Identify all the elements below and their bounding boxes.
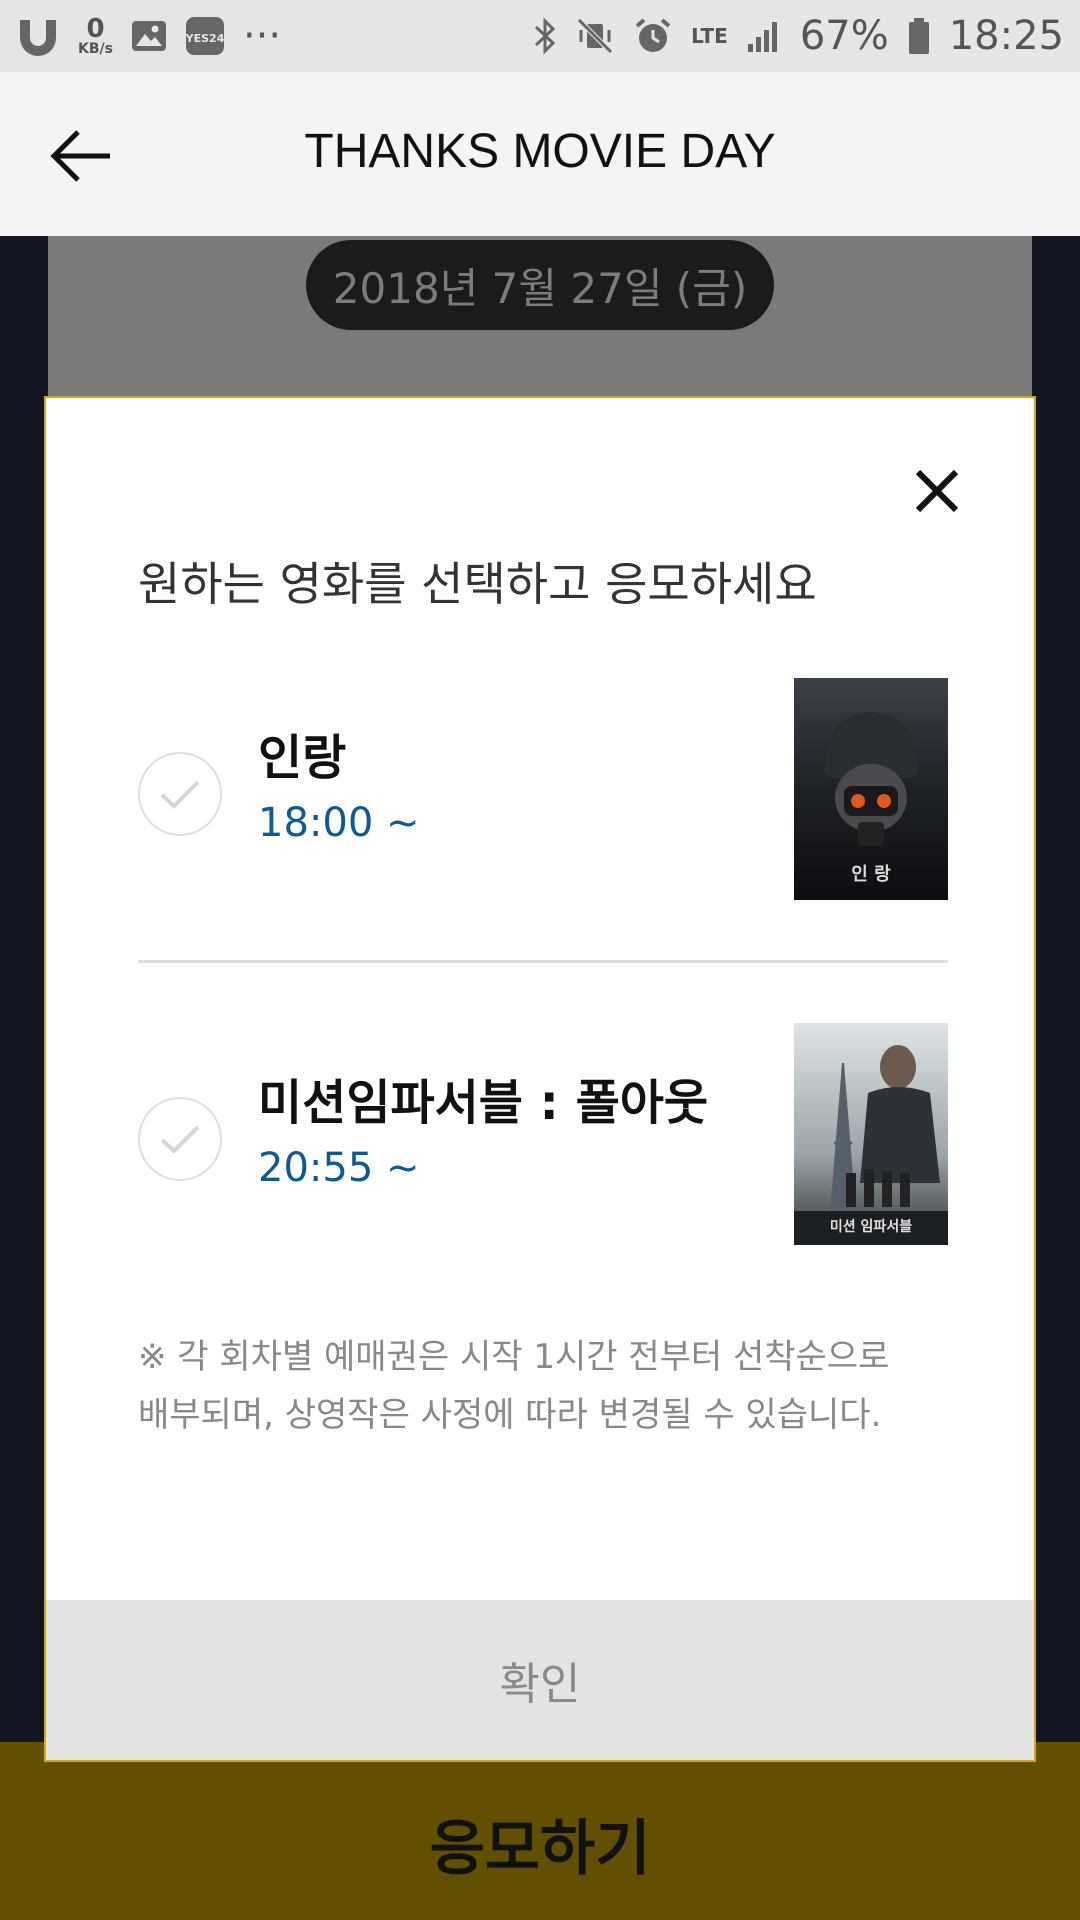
network-speed: 0 KB/s bbox=[78, 14, 113, 57]
divider bbox=[138, 960, 948, 963]
date-badge: 2018년 7월 27일 (금) bbox=[306, 240, 774, 330]
svg-text:인 랑: 인 랑 bbox=[851, 864, 891, 885]
more-notifications-icon: ··· bbox=[242, 13, 282, 59]
movie-title: 인랑 bbox=[258, 730, 347, 786]
modal-heading: 원하는 영화를 선택하고 응모하세요 bbox=[138, 557, 817, 611]
movie-time: 18:00 ~ bbox=[258, 800, 420, 846]
notice-line: 배부되며, 상영작은 사정에 따라 변경될 수 있습니다. bbox=[138, 1395, 882, 1435]
bluetooth-icon bbox=[533, 16, 557, 56]
battery-percent: 67% bbox=[799, 13, 889, 59]
vibrate-mute-icon bbox=[575, 16, 615, 56]
movie-poster: 미션 임파서블 bbox=[794, 1023, 948, 1245]
check-icon bbox=[160, 780, 200, 809]
yes24-app-icon: YES24 bbox=[185, 16, 225, 56]
notice-line: ※ 각 회차별 예매권은 시작 1시간 전부터 선착순으로 bbox=[138, 1337, 890, 1377]
gallery-icon bbox=[131, 20, 167, 52]
close-button[interactable] bbox=[904, 458, 970, 524]
confirm-button[interactable]: 확인 bbox=[46, 1600, 1034, 1760]
svg-text:미션 임파서블: 미션 임파서블 bbox=[830, 1218, 912, 1235]
clock: 18:25 bbox=[948, 13, 1064, 59]
alarm-icon bbox=[633, 16, 673, 56]
apply-label: 응모하기 bbox=[429, 1813, 651, 1884]
close-icon bbox=[915, 469, 959, 513]
movie-radio[interactable] bbox=[138, 752, 222, 836]
app-header: THANKS MOVIE DAY bbox=[0, 72, 1080, 236]
movie-option-illang[interactable]: 인랑 18:00 ~ 인 랑 bbox=[138, 678, 948, 908]
lte-indicator: LTE bbox=[691, 24, 728, 48]
movie-option-mission-impossible[interactable]: 미션임파서블 : 폴아웃 20:55 ~ 미션 임파서블 bbox=[138, 1023, 948, 1253]
movie-title: 미션임파서블 : 폴아웃 bbox=[258, 1075, 709, 1131]
movie-time: 20:55 ~ bbox=[258, 1145, 420, 1191]
page-title: THANKS MOVIE DAY bbox=[304, 125, 776, 178]
svg-text:YES24: YES24 bbox=[185, 32, 225, 45]
status-bar: 0 KB/s YES24 ··· LTE 67% 18:25 bbox=[0, 0, 1080, 72]
app-u-icon bbox=[16, 16, 60, 56]
confirm-label: 확인 bbox=[499, 1659, 581, 1710]
movie-poster: 인 랑 bbox=[794, 678, 948, 900]
movie-select-modal: 원하는 영화를 선택하고 응모하세요 인랑 18:00 ~ 인 랑 미션임파서블… bbox=[44, 396, 1036, 1762]
movie-radio[interactable] bbox=[138, 1097, 222, 1181]
notice-text: ※ 각 회차별 예매권은 시작 1시간 전부터 선착순으로 배부되며, 상영작은… bbox=[138, 1328, 958, 1444]
check-icon bbox=[160, 1125, 200, 1154]
battery-icon bbox=[907, 16, 931, 56]
signal-icon bbox=[746, 18, 782, 54]
apply-bar[interactable]: 응모하기 bbox=[0, 1742, 1080, 1920]
